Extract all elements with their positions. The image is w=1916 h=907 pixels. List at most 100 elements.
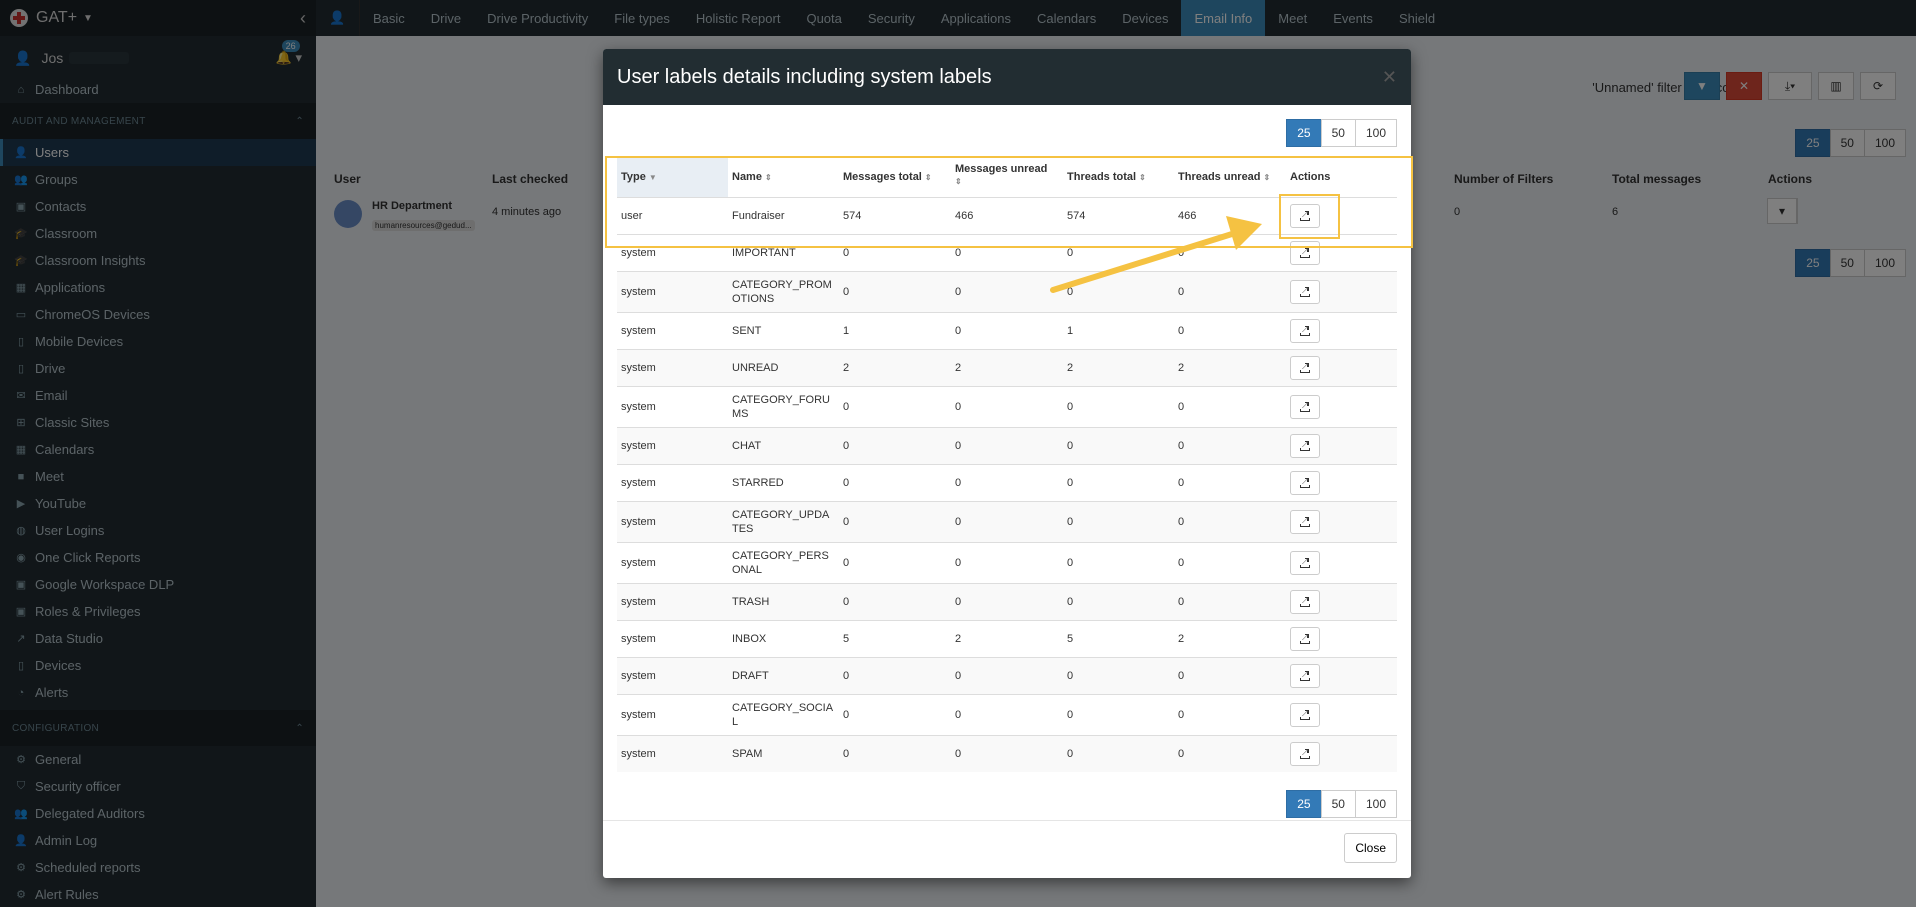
cell-type: system [617, 426, 728, 464]
export-icon [1300, 440, 1310, 451]
export-label-button[interactable] [1290, 394, 1320, 419]
page-size-100[interactable]: 100 [1354, 119, 1397, 147]
cell-threads-total: 0 [1063, 270, 1174, 312]
export-label-button[interactable] [1290, 702, 1320, 727]
export-label-button[interactable] [1290, 279, 1320, 304]
cell-type: system [617, 541, 728, 583]
col-label: Type [621, 170, 646, 183]
table-row: system CATEGORY_PROMOTIONS 0 0 0 0 [617, 270, 1397, 312]
page-size-25[interactable]: 25 [1286, 119, 1322, 147]
cell-type: system [617, 693, 728, 735]
close-button[interactable]: Close [1344, 833, 1397, 863]
cell-threads-unread: 0 [1174, 693, 1286, 735]
cell-messages-total: 2 [839, 348, 951, 386]
cell-name: CHAT [728, 426, 839, 464]
cell-actions [1286, 463, 1397, 501]
export-icon [1300, 557, 1310, 568]
cell-messages-total: 0 [839, 233, 951, 271]
col-threads-total[interactable]: Threads total ⇕ [1063, 157, 1174, 198]
page-size-25[interactable]: 25 [1286, 790, 1322, 818]
cell-threads-total: 2 [1063, 348, 1174, 386]
export-label-button[interactable] [1290, 741, 1320, 766]
cell-type: system [617, 656, 728, 694]
export-icon [1300, 210, 1310, 221]
cell-messages-total: 0 [839, 734, 951, 772]
cell-threads-unread: 0 [1174, 734, 1286, 772]
page-size-50[interactable]: 50 [1320, 119, 1356, 147]
modal-header: User labels details including system lab… [603, 49, 1411, 105]
export-label-button[interactable] [1290, 626, 1320, 651]
col-name[interactable]: Name ⇕ [728, 157, 839, 198]
export-label-button[interactable] [1290, 203, 1320, 228]
cell-messages-unread: 0 [951, 463, 1063, 501]
cell-name: UNREAD [728, 348, 839, 386]
export-label-button[interactable] [1290, 589, 1320, 614]
export-label-button[interactable] [1290, 470, 1320, 495]
cell-threads-total: 0 [1063, 734, 1174, 772]
cell-threads-unread: 0 [1174, 541, 1286, 583]
page-size-100[interactable]: 100 [1354, 790, 1397, 818]
cell-actions [1286, 619, 1397, 657]
export-label-button[interactable] [1290, 509, 1320, 534]
cell-type: system [617, 619, 728, 657]
cell-messages-total: 0 [839, 463, 951, 501]
cell-threads-unread: 2 [1174, 619, 1286, 657]
sort-icon: ⇕ [955, 177, 962, 186]
cell-messages-unread: 0 [951, 233, 1063, 271]
cell-threads-unread: 0 [1174, 311, 1286, 349]
cell-threads-unread: 0 [1174, 582, 1286, 620]
col-label: Threads total [1067, 170, 1137, 183]
cell-threads-unread: 0 [1174, 426, 1286, 464]
cell-messages-total: 0 [839, 693, 951, 735]
export-label-button[interactable] [1290, 355, 1320, 380]
export-icon [1300, 325, 1310, 336]
table-row: system CATEGORY_FORUMS 0 0 0 0 [617, 385, 1397, 427]
cell-actions [1286, 233, 1397, 271]
cell-name: CATEGORY_PERSONAL [728, 541, 839, 583]
cell-actions [1286, 426, 1397, 464]
export-label-button[interactable] [1290, 663, 1320, 688]
page-size-50[interactable]: 50 [1320, 790, 1356, 818]
cell-messages-total: 0 [839, 656, 951, 694]
close-icon[interactable]: ✕ [1382, 67, 1397, 88]
cell-messages-total: 1 [839, 311, 951, 349]
table-row: system CATEGORY_PERSONAL 0 0 0 0 [617, 541, 1397, 583]
export-label-button[interactable] [1290, 240, 1320, 265]
cell-name: SENT [728, 311, 839, 349]
col-threads-unread[interactable]: Threads unread ⇕ [1174, 157, 1286, 198]
cell-threads-total: 574 [1063, 196, 1174, 234]
cell-actions [1286, 500, 1397, 542]
cell-name: IMPORTANT [728, 233, 839, 271]
export-label-button[interactable] [1290, 318, 1320, 343]
cell-actions [1286, 196, 1397, 234]
cell-messages-total: 0 [839, 385, 951, 427]
export-icon [1300, 670, 1310, 681]
cell-type: system [617, 463, 728, 501]
modal-footer: Close [603, 820, 1411, 878]
cell-messages-total: 574 [839, 196, 951, 234]
table-row: system INBOX 5 2 5 2 [617, 619, 1397, 657]
table-row: user Fundraiser 574 466 574 466 [617, 196, 1397, 234]
col-label: Threads unread [1178, 170, 1261, 183]
cell-actions [1286, 348, 1397, 386]
cell-threads-unread: 0 [1174, 270, 1286, 312]
cell-messages-unread: 0 [951, 582, 1063, 620]
table-row: system CATEGORY_SOCIAL 0 0 0 0 [617, 693, 1397, 735]
table-row: system UNREAD 2 2 2 2 [617, 348, 1397, 386]
col-messages-unread[interactable]: Messages unread ⇕ [951, 157, 1063, 198]
cell-threads-total: 0 [1063, 385, 1174, 427]
col-type[interactable]: Type ▼ [617, 157, 728, 198]
cell-messages-unread: 0 [951, 541, 1063, 583]
col-messages-total[interactable]: Messages total ⇕ [839, 157, 951, 198]
cell-name: CATEGORY_SOCIAL [728, 693, 839, 735]
col-label: Name [732, 170, 762, 183]
table-row: system CHAT 0 0 0 0 [617, 426, 1397, 464]
export-label-button[interactable] [1290, 550, 1320, 575]
cell-messages-unread: 0 [951, 500, 1063, 542]
cell-messages-total: 0 [839, 270, 951, 312]
cell-threads-unread: 0 [1174, 500, 1286, 542]
cell-actions [1286, 385, 1397, 427]
export-label-button[interactable] [1290, 433, 1320, 458]
table-header-row: Type ▼ Name ⇕ Messages total ⇕ Messages unr… [617, 157, 1397, 198]
sort-icon: ⇕ [1263, 172, 1271, 182]
